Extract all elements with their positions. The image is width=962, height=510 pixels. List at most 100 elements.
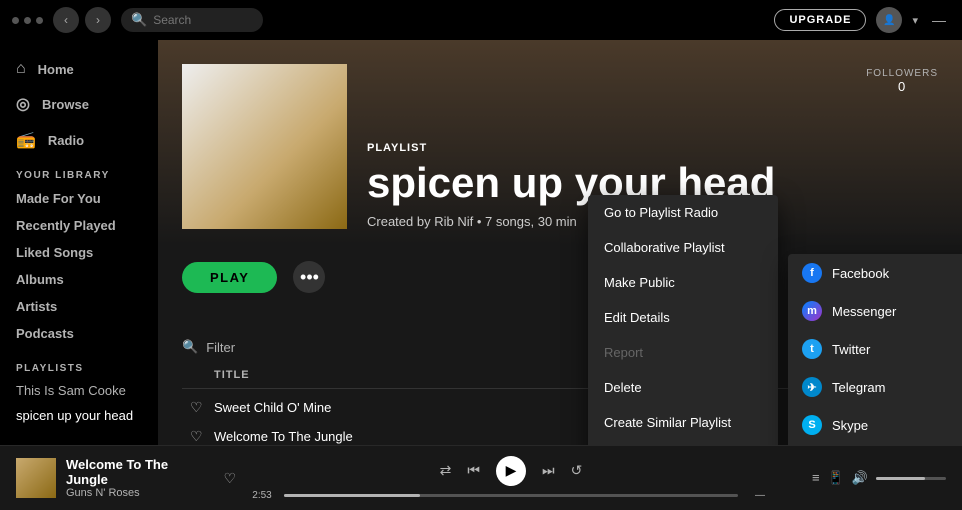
volume-icon[interactable]: 🔊 [852,470,868,486]
submenu-item-telegram[interactable]: ✈ Telegram [788,368,962,406]
followers-section: FOLLOWERS 0 [866,68,938,94]
menu-item-delete[interactable]: Delete [588,370,778,405]
sidebar-item-liked-songs[interactable]: Liked Songs [0,239,158,266]
search-input[interactable] [153,13,253,27]
sidebar-item-made-for-you[interactable]: Made For You [0,185,158,212]
heart-icon[interactable]: ♡ [190,428,214,445]
next-button[interactable]: ⏭ [542,462,555,479]
right-icons: ≡ 📱 🔊 [812,470,868,486]
skype-icon: S [802,415,822,435]
devices-icon[interactable]: 📱 [828,470,844,486]
submenu-facebook-label: Facebook [832,266,889,281]
sidebar-item-podcasts[interactable]: Podcasts [0,320,158,347]
play-button[interactable]: PLAY [182,262,277,293]
play-pause-button[interactable]: ▶ [496,456,526,486]
submenu-twitter-label: Twitter [832,342,870,357]
col-num [190,369,214,382]
playlist-artwork [182,64,347,229]
search-bar[interactable]: 🔍 [121,8,263,32]
followers-count: 0 [866,79,938,94]
sidebar-item-radio-label: Radio [48,133,84,148]
submenu-skype-label: Skype [832,418,868,433]
share-submenu: f Facebook m Messenger t Twitter ✈ Teleg… [788,254,962,445]
submenu-item-tumblr[interactable]: t Tumblr [788,444,962,445]
menu-item-report-label: Report [604,345,643,360]
sidebar-item-recently-played[interactable]: Recently Played [0,212,158,239]
menu-item-playlist-radio[interactable]: Go to Playlist Radio [588,195,778,230]
menu-item-edit-details[interactable]: Edit Details [588,300,778,335]
content-area: PLAYLIST spicen up your head Created by … [158,40,962,445]
sidebar-item-artists[interactable]: Artists [0,293,158,320]
track-name: Sweet Child O' Mine [214,400,590,415]
telegram-icon: ✈ [802,377,822,397]
menu-item-download[interactable]: Download [588,440,778,445]
queue-icon[interactable]: ≡ [812,470,820,486]
sidebar-item-home-label: Home [38,62,74,77]
col-title-header: TITLE [214,369,590,382]
progress-track[interactable] [284,494,738,497]
submenu-item-facebook[interactable]: f Facebook [788,254,962,292]
progress-bar-container: 2:53 — [248,490,774,501]
context-menu-overlay: Go to Playlist Radio Collaborative Playl… [588,195,778,445]
menu-item-make-public[interactable]: Make Public [588,265,778,300]
followers-label-text: FOLLOWERS [866,68,938,79]
current-time: 2:53 [248,490,276,501]
player-text: Welcome To The Jungle Guns N' Roses [66,457,207,499]
playlist-header: PLAYLIST spicen up your head Created by … [158,40,962,245]
filter-label[interactable]: Filter [206,340,235,355]
sidebar-item-radio[interactable]: 📻 Radio [0,122,158,158]
player-artwork [16,458,56,498]
sidebar-item-browse[interactable]: ◎ Browse [0,86,158,122]
more-options-button[interactable]: ••• [293,261,325,293]
sidebar-item-albums[interactable]: Albums [0,266,158,293]
player-heart-icon[interactable]: ♡ [223,470,236,487]
window-controls [12,17,43,24]
dot2 [24,17,31,24]
avatar[interactable]: 👤 [876,7,902,33]
dot3 [36,17,43,24]
menu-item-delete-label: Delete [604,380,642,395]
account-chevron-icon[interactable]: ▾ [912,14,918,27]
menu-item-collab[interactable]: Collaborative Playlist [588,230,778,265]
menu-item-report: Report [588,335,778,370]
sidebar-playlist-this-is-sam-cooke[interactable]: This Is Sam Cooke [0,378,158,403]
submenu-telegram-label: Telegram [832,380,885,395]
menu-item-playlist-radio-label: Go to Playlist Radio [604,205,718,220]
minimize-button[interactable]: — [928,12,950,28]
sidebar-playlist-spicen-up-your-head[interactable]: spicen up your head [0,403,158,428]
menu-item-create-similar[interactable]: Create Similar Playlist [588,405,778,440]
track-name: Welcome To The Jungle [214,429,590,444]
player-right: ≡ 📱 🔊 [786,470,946,486]
submenu-item-messenger[interactable]: m Messenger [788,292,962,330]
context-menu: Go to Playlist Radio Collaborative Playl… [588,195,778,445]
submenu-item-skype[interactable]: S Skype [788,406,962,444]
playlist-type-label: PLAYLIST [367,142,938,154]
submenu-item-twitter[interactable]: t Twitter [788,330,962,368]
search-icon: 🔍 [131,12,147,28]
your-library-label: YOUR LIBRARY [0,158,158,185]
browse-icon: ◎ [16,94,30,114]
menu-item-make-public-label: Make Public [604,275,675,290]
main-layout: ⌂ Home ◎ Browse 📻 Radio YOUR LIBRARY Mad… [0,40,962,445]
nav-forward-button[interactable]: › [85,7,111,33]
player-controls: ⇄ ⏮ ▶ ⏭ ↺ 2:53 — [248,456,774,501]
nav-arrows: ‹ › [53,7,111,33]
player-track-info: Welcome To The Jungle Guns N' Roses ♡ [16,457,236,499]
sidebar-item-home[interactable]: ⌂ Home [0,52,158,86]
heart-icon[interactable]: ♡ [190,399,214,416]
facebook-icon: f [802,263,822,283]
repeat-button[interactable]: ↺ [571,462,583,479]
menu-item-edit-details-label: Edit Details [604,310,670,325]
upgrade-button[interactable]: UPGRADE [774,9,866,31]
prev-button[interactable]: ⏮ [467,462,480,479]
total-time: — [746,490,774,501]
shuffle-button[interactable]: ⇄ [440,462,452,479]
sidebar-item-browse-label: Browse [42,97,89,112]
playlists-section: PLAYLISTS This Is Sam Cooke spicen up yo… [0,347,158,440]
progress-fill [284,494,420,497]
nav-back-button[interactable]: ‹ [53,7,79,33]
volume-bar[interactable] [876,477,946,480]
bottom-player: Welcome To The Jungle Guns N' Roses ♡ ⇄ … [0,445,962,510]
player-buttons: ⇄ ⏮ ▶ ⏭ ↺ [440,456,583,486]
top-bar: ‹ › 🔍 UPGRADE 👤 ▾ — [0,0,962,40]
